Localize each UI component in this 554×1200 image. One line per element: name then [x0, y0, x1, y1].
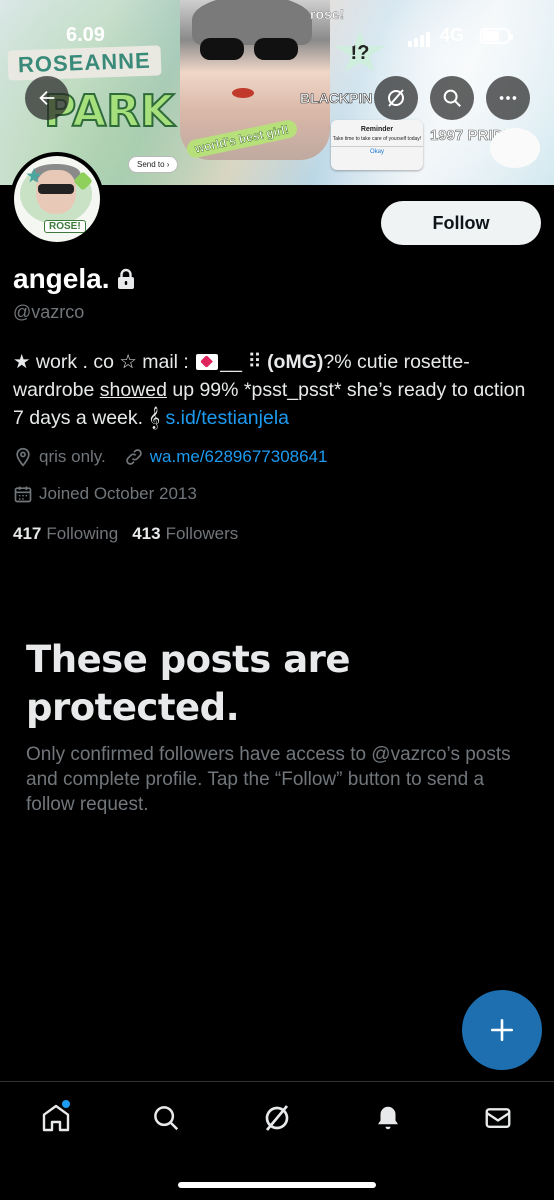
explore-slash-icon	[265, 1105, 289, 1131]
search-button[interactable]	[430, 76, 474, 120]
avatar[interactable]: ROSE!	[10, 152, 104, 246]
profile-meta: qris only. wa.me/6289677308641	[13, 447, 327, 467]
arrow-left-icon	[39, 90, 55, 106]
location-pin-icon	[16, 447, 30, 467]
followers-label: Followers	[165, 524, 239, 543]
follow-counts: 417 Following 413 Followers	[13, 524, 252, 544]
website[interactable]: wa.me/6289677308641	[124, 447, 328, 467]
bio-underlined-text: showed	[99, 379, 167, 401]
tab-explore[interactable]	[257, 1098, 297, 1138]
profile-name-row: angela.	[13, 263, 135, 295]
following-label: Following	[46, 524, 119, 543]
website-link[interactable]: wa.me/6289677308641	[150, 447, 328, 467]
battery-icon	[480, 28, 513, 44]
avatar-image: ROSE!	[14, 156, 100, 242]
joined-date: Joined October 2013	[13, 484, 197, 504]
bio-text: __ ⠿	[220, 351, 268, 373]
signal-icon	[408, 29, 432, 47]
bio-link[interactable]: s.id/testianjela	[165, 407, 289, 429]
reminder-ok: Okay	[331, 146, 423, 155]
tab-notifications[interactable]	[368, 1098, 408, 1138]
link-icon	[125, 449, 142, 465]
search-icon	[154, 1106, 179, 1131]
bell-icon	[378, 1106, 398, 1130]
more-button[interactable]	[486, 76, 530, 120]
banner-reminder-card: Reminder Take time to take care of yours…	[331, 120, 423, 170]
following-count[interactable]: 417 Following	[13, 524, 118, 544]
bio-text: ★ work . co ☆ mail :	[13, 351, 195, 373]
profile-bio: ★ work . co ☆ mail : __ ⠿ (ᴏMG)?% cutie …	[13, 348, 541, 432]
status-bar: 6.09 4G	[0, 22, 554, 50]
calendar-icon	[14, 486, 32, 503]
tab-messages[interactable]	[478, 1098, 518, 1138]
compose-button[interactable]	[462, 990, 542, 1070]
back-button[interactable]	[25, 76, 69, 120]
banner-title-line1: ROSEANNE	[7, 45, 162, 81]
bio-text: (ᴏMG)	[267, 351, 324, 373]
profile-handle: @vazrco	[13, 302, 85, 322]
reminder-title: Reminder	[360, 126, 394, 133]
protected-body: Only confirmed followers have access to …	[26, 744, 511, 815]
banner-rose-tag: rose!	[310, 6, 345, 23]
joined-text: Joined October 2013	[39, 484, 197, 503]
search-icon	[443, 89, 461, 107]
followers-number: 413	[132, 524, 161, 543]
banner-blackpink-text: BLACKPIN	[300, 90, 373, 107]
tab-search[interactable]	[146, 1098, 186, 1138]
following-number: 417	[13, 524, 42, 543]
followers-count[interactable]: 413 Followers	[132, 524, 238, 544]
explore-slash-icon	[388, 89, 404, 107]
explore-button[interactable]	[374, 76, 418, 120]
follow-button[interactable]: Follow	[381, 201, 541, 245]
bottom-tab-bar	[0, 1081, 554, 1200]
love-letter-icon	[196, 354, 219, 370]
status-time: 6.09	[66, 24, 105, 46]
location: qris only.	[13, 447, 106, 467]
plus-icon	[490, 1018, 514, 1042]
display-name: angela.	[13, 263, 110, 294]
banner-plush	[490, 128, 540, 168]
home-indicator	[178, 1182, 376, 1188]
banner-send-to: Send to ›	[128, 156, 179, 173]
location-text: qris only.	[39, 447, 106, 466]
tab-home[interactable]	[36, 1098, 76, 1138]
avatar-label: ROSE!	[44, 220, 86, 233]
home-notification-dot	[62, 1100, 70, 1108]
reminder-body: Take time to take care of yourself today…	[332, 136, 422, 142]
protected-title: These posts are protected.	[26, 638, 351, 729]
profile-banner[interactable]: ROSEANNE PARK world's best girl! Send to…	[0, 0, 554, 185]
lock-icon	[118, 268, 135, 289]
network-type: 4G	[440, 25, 465, 45]
more-dots-icon	[499, 96, 517, 100]
envelope-icon	[485, 1108, 511, 1128]
